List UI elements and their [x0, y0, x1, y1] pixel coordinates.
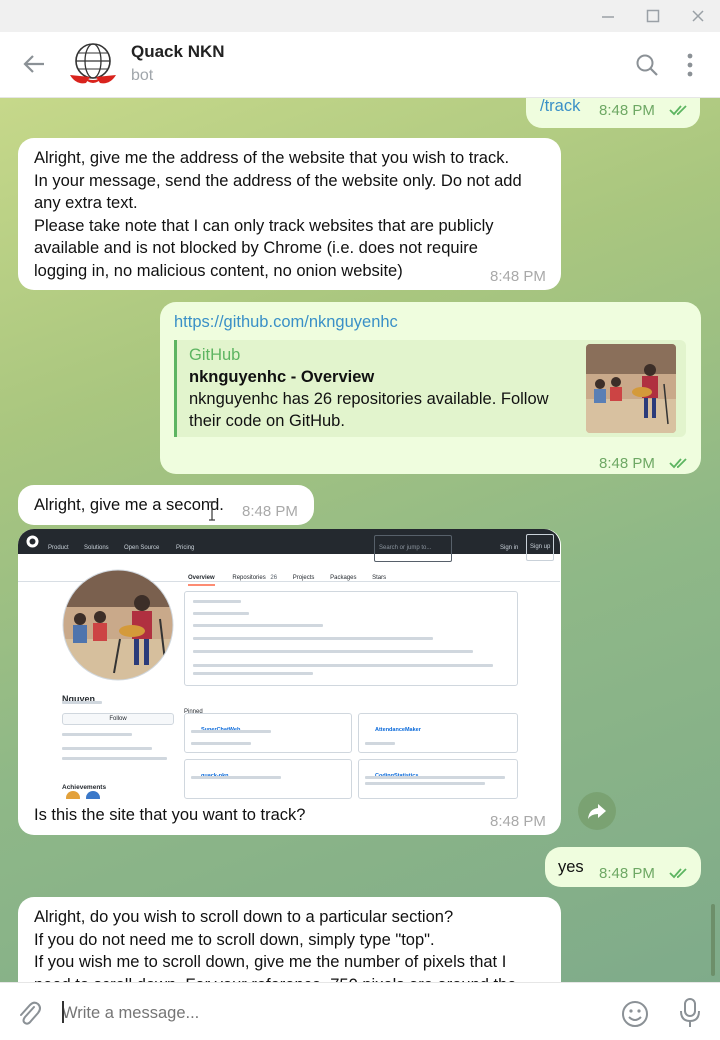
incoming-message[interactable]: Alright, give me a second. 8:48 PM: [18, 485, 314, 525]
maximize-button[interactable]: [641, 4, 665, 28]
chat-history[interactable]: /track 8:48 PM Alright, give me the addr…: [0, 98, 720, 982]
website-screenshot[interactable]: Product Solutions Open Source Pricing Se…: [18, 529, 560, 799]
double-check-icon: [669, 458, 687, 469]
message-link[interactable]: https://github.com/nknguyenhc: [174, 311, 398, 334]
preview-site-name: GitHub: [189, 346, 241, 364]
forward-button[interactable]: [578, 792, 616, 830]
preview-description: nknguyenhc has 26 repositories available…: [189, 390, 549, 430]
window-titlebar: [0, 0, 720, 32]
back-arrow-icon[interactable]: [20, 50, 48, 78]
message-text: Alright, give me the address of the webs…: [34, 149, 522, 280]
message-time: 8:48 PM: [490, 813, 546, 830]
text-cursor-icon: [209, 501, 215, 521]
text-caret: [62, 1001, 64, 1023]
message-time: 8:48 PM: [599, 455, 655, 472]
double-check-icon: [669, 105, 687, 116]
outgoing-message[interactable]: yes 8:48 PM: [545, 847, 701, 887]
outgoing-message[interactable]: https://github.com/nknguyenhc GitHub nkn…: [160, 302, 701, 474]
preview-title: nknguyenhc - Overview: [189, 368, 375, 386]
incoming-message[interactable]: Alright, give me the address of the webs…: [18, 138, 561, 290]
chat-header: Quack NKN bot: [0, 32, 720, 98]
github-logo-icon: [26, 535, 39, 548]
follow-button: Follow: [62, 713, 174, 725]
more-options-icon[interactable]: [680, 52, 700, 78]
message-text: Alright, give me a second.: [34, 496, 224, 514]
profile-name: Nguyen: [62, 694, 96, 704]
github-navbar: Product Solutions Open Source Pricing Se…: [18, 529, 560, 562]
message-time: 8:48 PM: [490, 268, 546, 285]
paperclip-icon[interactable]: [16, 999, 42, 1027]
message-text: yes: [558, 858, 584, 876]
minimize-button[interactable]: [596, 4, 620, 28]
bot-avatar[interactable]: [66, 39, 120, 93]
message-time: 8:48 PM: [242, 503, 298, 520]
search-icon[interactable]: [634, 52, 660, 78]
readme-box: [184, 591, 518, 686]
preview-thumbnail: [586, 344, 676, 433]
close-button[interactable]: [686, 4, 710, 28]
double-check-icon: [669, 868, 687, 879]
photo-caption: Is this the site that you want to track?: [34, 806, 306, 824]
link-preview[interactable]: GitHub nknguyenhc - Overview nknguyenhc …: [174, 340, 686, 437]
forward-icon: [588, 804, 606, 819]
profile-photo: [62, 569, 174, 681]
minimize-icon: [602, 16, 614, 18]
microphone-icon[interactable]: [678, 997, 702, 1029]
message-composer: [0, 982, 720, 1040]
message-text: Alright, do you wish to scroll down to a…: [34, 908, 516, 982]
close-icon: [692, 10, 704, 22]
message-time: 8:48 PM: [599, 102, 655, 119]
message-input[interactable]: [62, 1001, 602, 1025]
outgoing-message[interactable]: /track 8:48 PM: [526, 98, 700, 128]
chat-subtitle: bot: [131, 67, 154, 84]
incoming-photo-message[interactable]: Product Solutions Open Source Pricing Se…: [18, 529, 561, 835]
chat-scrollbar[interactable]: [711, 904, 715, 976]
emoji-icon[interactable]: [620, 999, 650, 1029]
chat-title[interactable]: Quack NKN: [131, 42, 225, 62]
incoming-message[interactable]: Alright, do you wish to scroll down to a…: [18, 897, 561, 982]
maximize-icon: [646, 9, 660, 23]
message-text: /track: [540, 98, 581, 115]
message-time: 8:48 PM: [599, 865, 655, 882]
